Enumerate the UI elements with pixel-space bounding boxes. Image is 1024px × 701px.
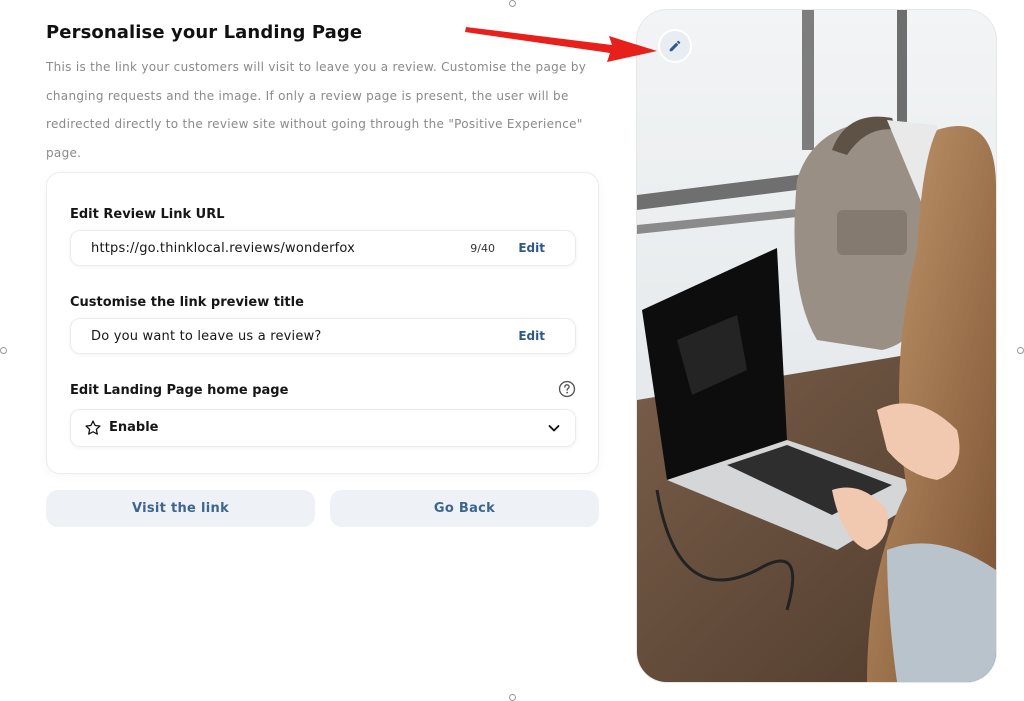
review-link-value: https://go.thinklocal.reviews/wonderfox — [91, 241, 356, 256]
home-page-selected: Enable — [109, 420, 159, 435]
resize-handle-right[interactable] — [1017, 347, 1024, 354]
review-link-label: Edit Review Link URL — [70, 207, 225, 222]
preview-title-field[interactable]: Do you want to leave us a review? Edit — [70, 318, 576, 354]
edit-image-button[interactable] — [658, 29, 692, 63]
red-arrow-annotation — [465, 27, 657, 62]
go-back-button[interactable]: Go Back — [330, 490, 599, 527]
preview-title-value: Do you want to leave us a review? — [91, 329, 322, 344]
resize-handle-top[interactable] — [509, 0, 516, 7]
preview-title-label: Customise the link preview title — [70, 295, 304, 310]
settings-card: Edit Review Link URL https://go.thinkloc… — [46, 172, 599, 474]
chevron-down-icon[interactable] — [547, 421, 561, 435]
home-page-label: Edit Landing Page home page — [70, 383, 289, 398]
review-link-edit-button[interactable]: Edit — [518, 241, 545, 255]
home-page-select[interactable]: Enable — [70, 409, 576, 447]
preview-photo — [637, 10, 996, 682]
page-description: This is the link your customers will vis… — [46, 60, 587, 160]
star-icon — [85, 420, 101, 435]
preview-title-edit-button[interactable]: Edit — [518, 329, 545, 343]
landing-page-preview — [637, 10, 996, 682]
review-link-field[interactable]: https://go.thinklocal.reviews/wonderfox … — [70, 230, 576, 266]
resize-handle-left[interactable] — [0, 347, 7, 354]
resize-handle-bottom[interactable] — [509, 694, 516, 701]
pencil-icon — [669, 40, 681, 52]
visit-link-button[interactable]: Visit the link — [46, 490, 315, 527]
question-circle-icon[interactable] — [558, 380, 576, 398]
review-link-counter: 9/40 — [470, 242, 495, 255]
